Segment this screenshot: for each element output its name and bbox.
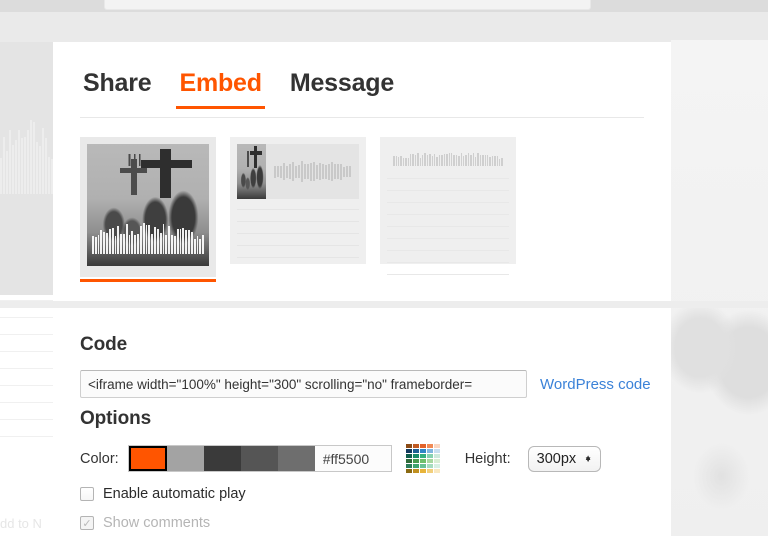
background-top-bar (0, 0, 768, 12)
chevron-updown-icon: ▲ ▼ (584, 452, 593, 464)
color-swatch-strip[interactable] (127, 445, 392, 472)
height-select[interactable]: 300px ▲ ▼ (527, 445, 602, 472)
share-dialog-bottom-panel: Code WordPress code Options Color: Heigh… (56, 308, 671, 536)
autoplay-checkbox[interactable] (80, 487, 94, 501)
code-section-title: Code (80, 334, 128, 355)
panel-separator (0, 301, 768, 308)
background-top-bar-panel (104, 0, 591, 10)
waveform-overlay (91, 222, 204, 254)
embed-code-input[interactable] (80, 370, 527, 398)
checkbox-row-comments: ✓ Show comments (80, 515, 601, 531)
height-label: Height: (464, 450, 511, 467)
dialog-tabs: Share Embed Message (80, 70, 644, 118)
cross-arm-icon (140, 159, 192, 169)
small-cross-icon (130, 158, 137, 196)
thumbnail-visual-player-large[interactable] (80, 137, 216, 282)
options-section: Options Color: Height: 300px ▲▼ (80, 408, 602, 531)
cross-icon (254, 146, 257, 169)
small-cross-arm-icon (119, 168, 147, 173)
embed-layout-thumbnails (80, 137, 516, 282)
color-swatch-3[interactable] (240, 446, 278, 471)
cross-arm-icon (249, 151, 262, 155)
color-row: Color: Height: 300px ▲▼ (80, 444, 602, 473)
wordpress-code-link[interactable]: WordPress code (540, 376, 651, 393)
color-label: Color: (80, 450, 119, 467)
color-swatch-2[interactable] (203, 446, 241, 471)
options-section-title: Options (80, 408, 152, 429)
compact-player-row (237, 144, 359, 199)
code-section: Code WordPress code (80, 334, 651, 398)
artwork-thumbnail (237, 144, 266, 199)
placeholder-lines (387, 178, 509, 275)
waveform-panel (266, 144, 359, 199)
placeholder-lines (237, 209, 359, 258)
background-band (0, 12, 768, 42)
thumbnail-classic-player-list[interactable] (380, 137, 516, 275)
tab-embed[interactable]: Embed (176, 71, 266, 109)
show-comments-checkbox: ✓ (80, 516, 94, 530)
background-text-lines (0, 300, 53, 500)
small-cross-icon (247, 150, 249, 168)
show-comments-label: Show comments (103, 515, 211, 531)
share-dialog-top-panel: Share Embed Message (53, 42, 671, 301)
color-swatch-1[interactable] (166, 446, 204, 471)
height-select-value: 300px (536, 450, 577, 467)
cross-icon (160, 148, 172, 198)
color-swatch-current[interactable] (128, 446, 167, 471)
color-hex-input[interactable] (314, 446, 391, 471)
tab-message[interactable]: Message (287, 71, 397, 109)
background-waveform (0, 112, 53, 194)
tab-share[interactable]: Share (80, 71, 154, 109)
background-right-artwork (671, 40, 768, 536)
color-swatch-4[interactable] (277, 446, 315, 471)
color-palette-grid-icon[interactable] (405, 444, 440, 473)
code-row: WordPress code (80, 370, 651, 398)
autoplay-label: Enable automatic play (103, 486, 246, 502)
waveform-strip (393, 150, 503, 166)
checkbox-row-autoplay[interactable]: Enable automatic play (80, 486, 601, 502)
artwork-image (87, 144, 209, 266)
background-action-text: dd to N (0, 516, 42, 531)
thumbnail-standard-player-compact[interactable] (230, 137, 366, 264)
